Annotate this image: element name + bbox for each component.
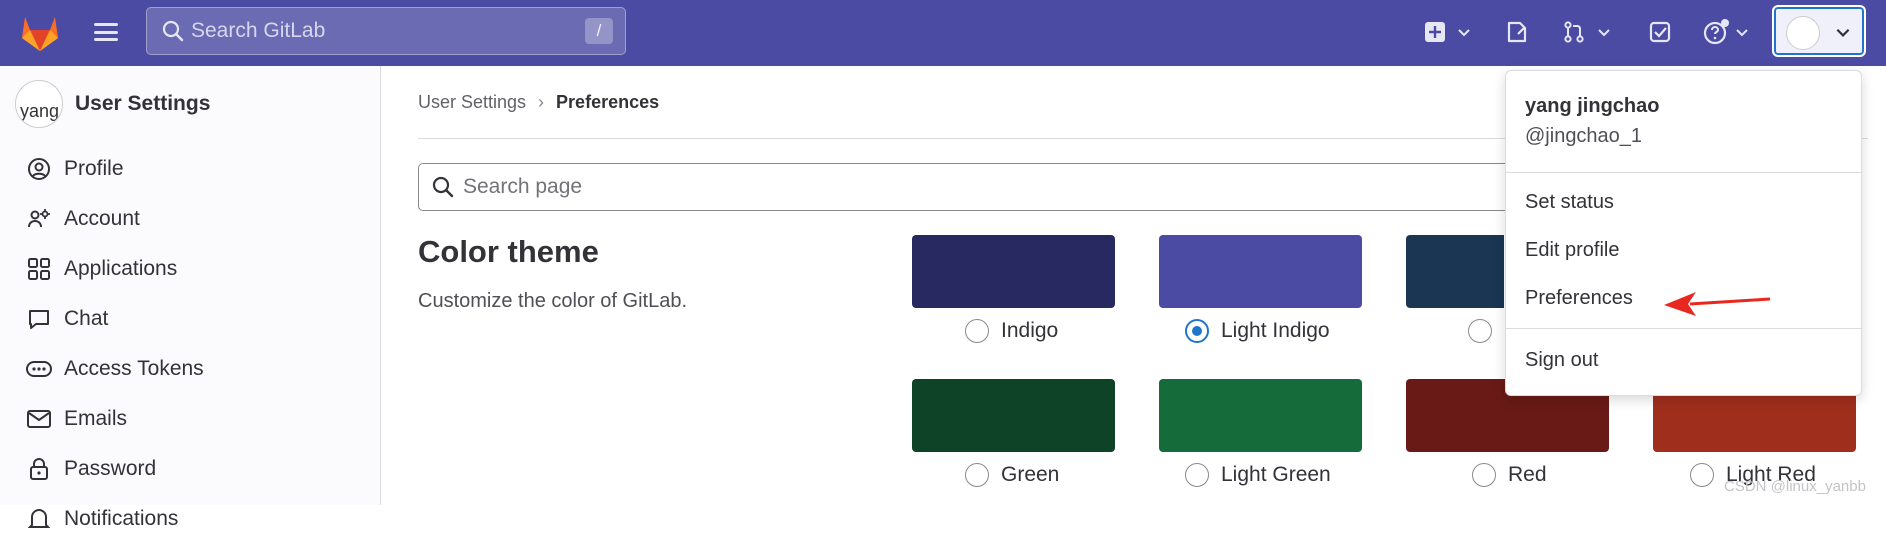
watermark: CSDN @linux_yanbb: [1724, 478, 1866, 495]
radio-button[interactable]: [1472, 463, 1496, 487]
issues-button[interactable]: [1505, 14, 1529, 50]
divider: [1506, 172, 1861, 173]
sidebar-item-applications[interactable]: Applications: [0, 244, 380, 294]
theme-label: Green: [1001, 463, 1060, 486]
chevron-down-icon: [1736, 29, 1748, 37]
lock-icon: [26, 456, 52, 482]
user-handle[interactable]: @jingchao_1: [1525, 125, 1642, 148]
theme-swatch-indigo[interactable]: [912, 235, 1115, 308]
search-bar[interactable]: /: [146, 7, 626, 55]
theme-radio-light-indigo[interactable]: Light Indigo: [1185, 319, 1330, 343]
sidebar-nav: Profile Account Applications Chat Access…: [0, 144, 380, 544]
sidebar-item-password[interactable]: Password: [0, 444, 380, 494]
chevron-down-icon: [1598, 29, 1610, 37]
theme-swatch-light-indigo[interactable]: [1159, 235, 1362, 308]
avatar: yang: [15, 80, 63, 128]
breadcrumb-parent[interactable]: User Settings: [418, 92, 526, 113]
sidebar-title: User Settings: [75, 92, 211, 115]
user-full-name[interactable]: yang jingchao: [1525, 95, 1659, 118]
color-theme-title: Color theme: [418, 234, 599, 269]
color-theme-description: Customize the color of GitLab.: [418, 290, 688, 312]
theme-label: Light Indigo: [1221, 319, 1330, 342]
chat-icon: [26, 306, 52, 332]
radio-button[interactable]: [1468, 319, 1492, 343]
sidebar-item-label: Emails: [64, 407, 128, 430]
sidebar-item-access-tokens[interactable]: Access Tokens: [0, 344, 380, 394]
search-icon: [162, 20, 184, 42]
sidebar-item-label: Chat: [64, 307, 109, 330]
sidebar-item-emails[interactable]: Emails: [0, 394, 380, 444]
radio-button[interactable]: [965, 463, 989, 487]
set-status-item[interactable]: Set status: [1525, 191, 1614, 214]
hamburger-icon[interactable]: [92, 19, 120, 45]
help-icon: [1703, 19, 1729, 45]
page-search[interactable]: [418, 163, 1528, 211]
theme-swatch-blue[interactable]: [1406, 235, 1504, 308]
edit-profile-item[interactable]: Edit profile: [1525, 239, 1620, 262]
issues-icon: [1507, 21, 1527, 43]
sidebar-item-label: Password: [64, 457, 157, 480]
theme-label: Red: [1508, 463, 1547, 486]
theme-radio-blue[interactable]: [1468, 319, 1504, 343]
create-new-button[interactable]: [1424, 14, 1472, 50]
user-menu-dropdown: yang jingchao @jingchao_1 Set status Edi…: [1505, 70, 1862, 396]
merge-request-icon: [1564, 21, 1584, 43]
plus-square-icon: [1425, 22, 1445, 42]
sidebar-item-label: Notifications: [64, 507, 179, 530]
merge-requests-button[interactable]: [1562, 14, 1612, 50]
token-icon: [26, 356, 52, 382]
chevron-down-icon: [1458, 29, 1470, 37]
sidebar-header[interactable]: yang User Settings: [15, 80, 210, 128]
theme-radio-green[interactable]: Green: [965, 463, 1059, 487]
todos-button[interactable]: [1648, 14, 1672, 50]
top-bar: /: [0, 0, 1886, 66]
account-icon: [26, 206, 52, 232]
todo-icon: [1649, 21, 1671, 43]
divider: [1506, 328, 1861, 329]
sign-out-item[interactable]: Sign out: [1525, 349, 1598, 372]
tanuki-logo-icon[interactable]: [18, 11, 62, 53]
theme-radio-indigo[interactable]: Indigo: [965, 319, 1058, 343]
sidebar-item-chat[interactable]: Chat: [0, 294, 380, 344]
page-search-input[interactable]: [463, 175, 1063, 199]
theme-swatch-green[interactable]: [912, 379, 1115, 452]
breadcrumb-separator: ›: [538, 92, 545, 112]
annotation-arrow-icon: [1664, 292, 1771, 316]
bell-icon: [26, 506, 52, 532]
radio-button[interactable]: [1690, 463, 1714, 487]
theme-label: Indigo: [1001, 319, 1059, 342]
avatar: [1786, 16, 1820, 50]
theme-radio-red[interactable]: Red: [1472, 463, 1547, 487]
preferences-item[interactable]: Preferences: [1525, 287, 1633, 310]
search-shortcut-badge: /: [585, 18, 613, 44]
sidebar-item-label: Applications: [64, 257, 178, 280]
breadcrumb-current[interactable]: Preferences: [556, 92, 659, 113]
mail-icon: [26, 406, 52, 432]
search-icon: [432, 176, 454, 198]
help-button[interactable]: [1702, 14, 1750, 50]
theme-radio-light-green[interactable]: Light Green: [1185, 463, 1331, 487]
radio-button[interactable]: [1185, 463, 1209, 487]
settings-sidebar: yang User Settings Profile Account Appli…: [0, 66, 381, 530]
applications-icon: [26, 256, 52, 282]
radio-button-checked[interactable]: [1185, 319, 1209, 343]
user-menu-button[interactable]: [1772, 5, 1866, 57]
sidebar-item-label: Profile: [64, 157, 124, 180]
search-input[interactable]: [191, 19, 571, 43]
chevron-down-icon: [1836, 28, 1850, 37]
theme-swatch-light-green[interactable]: [1159, 379, 1362, 452]
radio-button[interactable]: [965, 319, 989, 343]
sidebar-item-label: Account: [64, 207, 140, 230]
sidebar-item-notifications[interactable]: Notifications: [0, 494, 380, 544]
sidebar-item-profile[interactable]: Profile: [0, 144, 380, 194]
breadcrumb: User Settings › Preferences: [418, 92, 659, 113]
sidebar-item-label: Access Tokens: [64, 357, 204, 380]
theme-label: Light Green: [1221, 463, 1331, 486]
sidebar-item-account[interactable]: Account: [0, 194, 380, 244]
profile-icon: [26, 156, 52, 182]
